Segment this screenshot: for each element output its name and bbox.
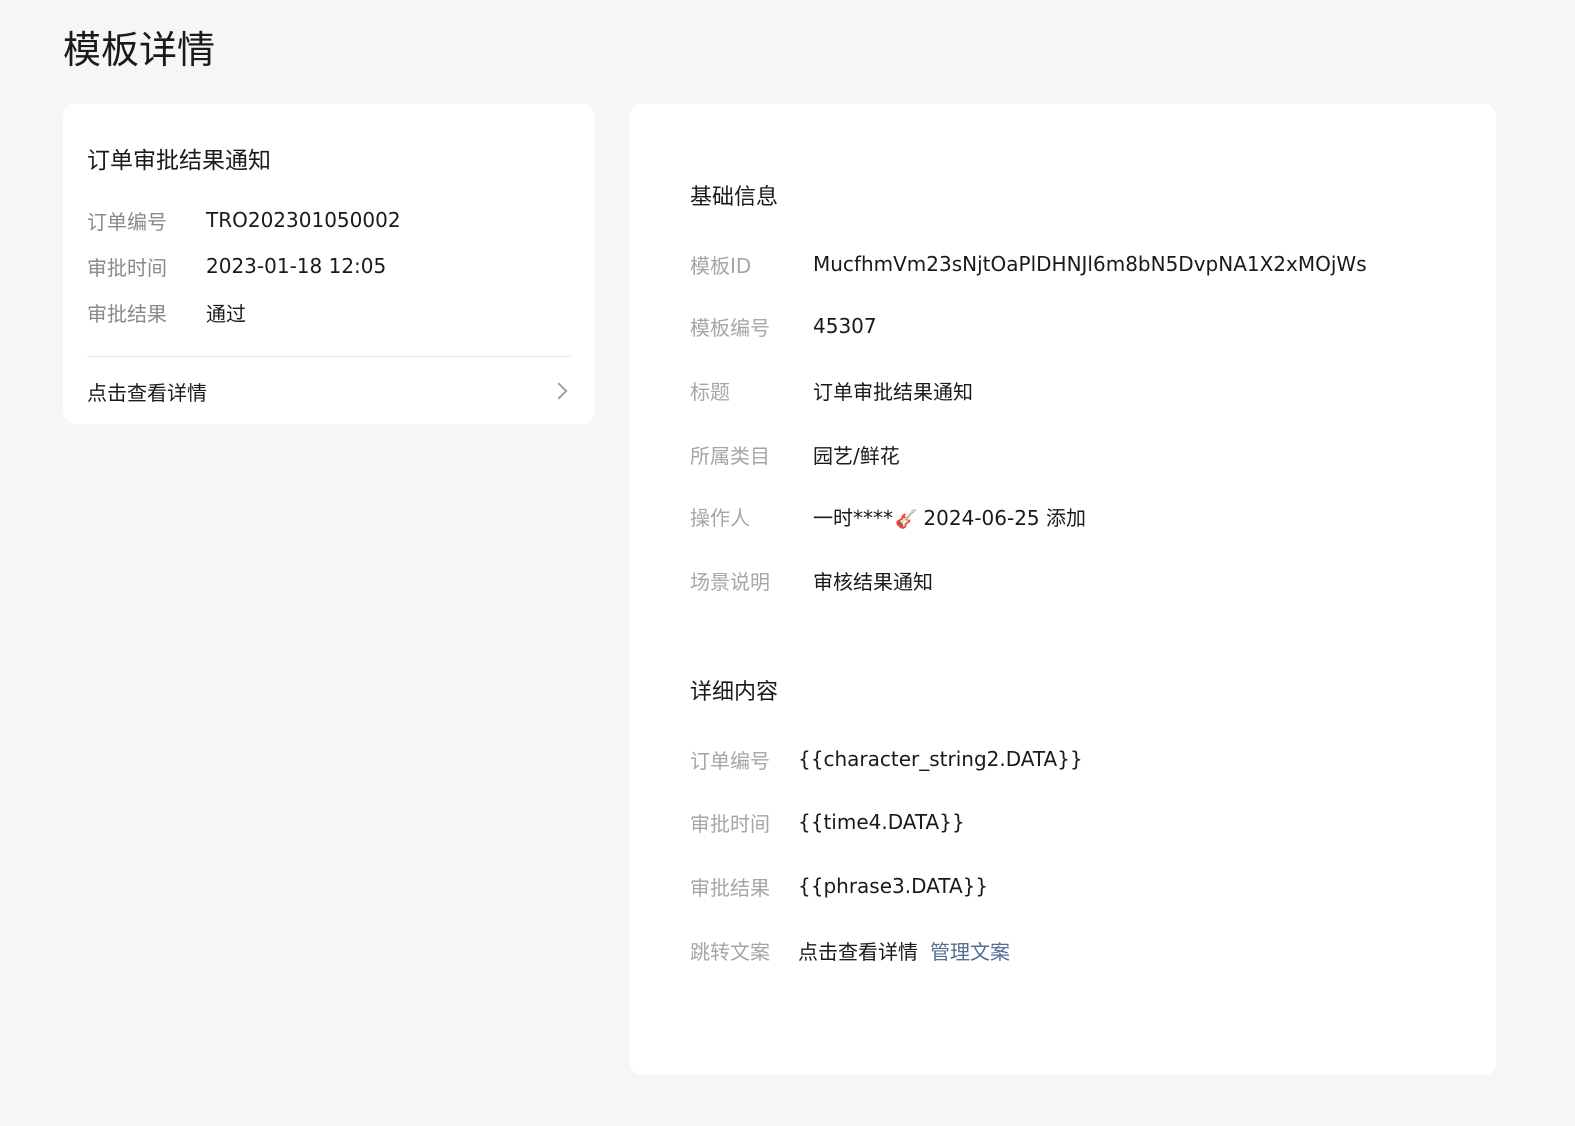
operator-name: 一时**** [813, 505, 893, 530]
info-row-label: 场景说明 [690, 569, 770, 594]
scenario-value: 审核结果通知 [813, 569, 933, 594]
info-row-template-number: 模板编号 45307 [690, 311, 877, 341]
operator-value: 一时**** 🎸 2024-06-25 添加 [813, 502, 1086, 531]
detail-row-value: {{time4.DATA}} [798, 810, 965, 834]
preview-title: 订单审批结果通知 [87, 148, 271, 174]
view-details-label: 点击查看详情 [87, 380, 207, 405]
detail-row-label: 跳转文案 [690, 939, 770, 964]
preview-row-label: 订单编号 [87, 209, 167, 234]
detail-row-order-number: 订单编号 {{character_string2.DATA}} [690, 744, 1083, 774]
detail-row-approval-time: 审批时间 {{time4.DATA}} [690, 807, 965, 837]
info-row-label: 所属类目 [690, 443, 770, 468]
manage-text-link[interactable]: 管理文案 [930, 936, 1010, 965]
info-row-label: 标题 [690, 379, 730, 404]
category-value: 园艺/鲜花 [813, 443, 900, 468]
detail-row-value: 点击查看详情 [798, 939, 918, 964]
info-row-operator: 操作人 一时**** 🎸 2024-06-25 添加 [690, 501, 1086, 531]
view-details-link[interactable]: 点击查看详情 [87, 376, 571, 406]
preview-row-label: 审批结果 [87, 301, 167, 326]
preview-row-label: 审批时间 [87, 255, 167, 280]
info-row-template-id: 模板ID MucfhmVm23sNjtOaPlDHNJl6m8bN5DvpNA1… [690, 249, 1367, 279]
info-row-label: 操作人 [690, 505, 750, 530]
preview-row-approval-result: 审批结果 通过 [87, 297, 246, 327]
info-row-title: 标题 订单审批结果通知 [690, 375, 973, 405]
page-title: 模板详情 [63, 28, 216, 72]
detail-row-value: {{character_string2.DATA}} [798, 747, 1083, 771]
detail-row-value: {{phrase3.DATA}} [798, 874, 989, 898]
preview-divider [87, 356, 571, 357]
template-id-value: MucfhmVm23sNjtOaPlDHNJl6m8bN5DvpNA1X2xMO… [813, 252, 1367, 276]
preview-row-value: TRO202301050002 [206, 208, 401, 232]
detail-row-label: 订单编号 [690, 748, 770, 773]
preview-row-value: 2023-01-18 12:05 [206, 254, 387, 278]
preview-row-order-number: 订单编号 TRO202301050002 [87, 205, 401, 235]
detail-row-jump-text: 跳转文案 点击查看详情 管理文案 [690, 935, 1010, 965]
info-row-label: 模板ID [690, 253, 752, 278]
preview-row-value: 通过 [206, 301, 246, 326]
detail-row-approval-result: 审批结果 {{phrase3.DATA}} [690, 871, 988, 901]
basic-info-section-title: 基础信息 [690, 185, 779, 210]
detail-row-label: 审批结果 [690, 875, 770, 900]
template-preview-card: 订单审批结果通知 订单编号 TRO202301050002 审批时间 2023-… [63, 104, 594, 424]
chevron-right-icon [550, 382, 568, 400]
detail-row-label: 审批时间 [690, 811, 770, 836]
detail-content-section-title: 详细内容 [690, 680, 779, 705]
operator-date: 2024-06-25 添加 [923, 505, 1087, 530]
template-number-value: 45307 [813, 314, 877, 338]
guitar-icon: 🎸 [895, 508, 918, 530]
preview-row-approval-time: 审批时间 2023-01-18 12:05 [87, 251, 386, 281]
info-row-label: 模板编号 [690, 315, 770, 340]
info-row-scenario: 场景说明 审核结果通知 [690, 565, 933, 595]
title-value: 订单审批结果通知 [813, 379, 973, 404]
info-row-category: 所属类目 园艺/鲜花 [690, 439, 900, 469]
template-detail-card: 基础信息 模板ID MucfhmVm23sNjtOaPlDHNJl6m8bN5D… [630, 104, 1496, 1075]
